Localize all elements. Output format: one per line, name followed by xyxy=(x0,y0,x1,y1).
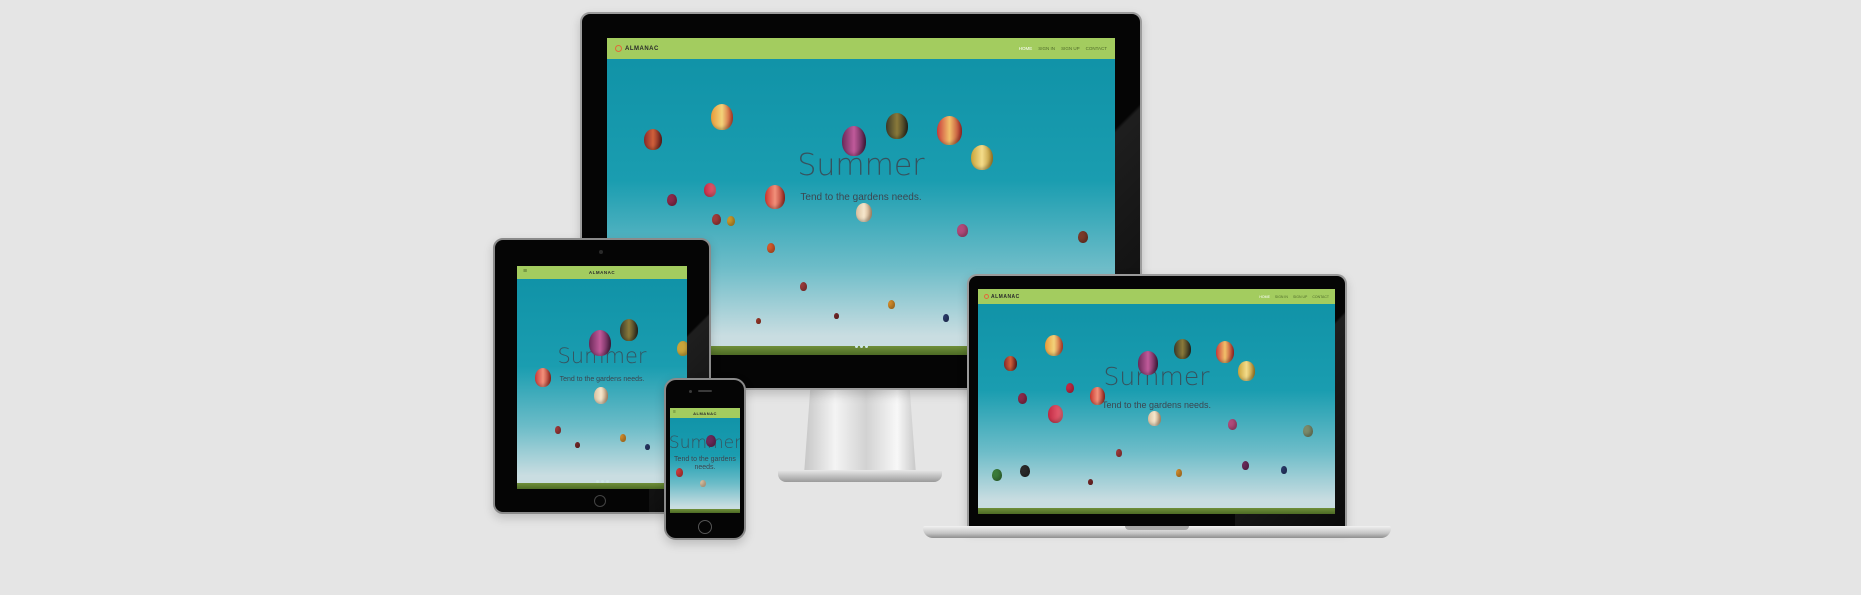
nav-link-home[interactable]: HOME xyxy=(1259,295,1270,299)
balloon xyxy=(856,203,872,222)
balloon xyxy=(756,318,761,324)
balloon xyxy=(677,341,687,356)
balloon xyxy=(767,243,775,253)
phone-device: ≡ ALMANAC Summer Tend to the gardens nee… xyxy=(664,378,748,542)
balloon xyxy=(937,116,962,145)
balloon xyxy=(711,104,733,130)
balloon xyxy=(644,129,662,150)
balloon xyxy=(1048,405,1063,423)
hamburger-menu-icon[interactable]: ≡ xyxy=(523,268,527,275)
balloon xyxy=(1066,383,1074,393)
laptop-navbar: ALMANAC HOME SIGN IN SIGN UP CONTACT xyxy=(978,289,1335,304)
balloon xyxy=(1148,411,1161,426)
sun-logo-icon xyxy=(615,45,622,52)
home-button-icon[interactable] xyxy=(594,495,606,507)
phone-speaker xyxy=(698,390,712,392)
laptop-device: ALMANAC HOME SIGN IN SIGN UP CONTACT Sum… xyxy=(923,274,1391,546)
balloon xyxy=(1216,341,1234,363)
balloon xyxy=(1116,449,1122,457)
balloon xyxy=(1018,393,1027,404)
balloon xyxy=(589,330,611,356)
carousel-indicators[interactable] xyxy=(517,470,687,488)
balloon xyxy=(1242,461,1249,470)
hero-subtitle: Tend to the gardens needs. xyxy=(800,192,922,203)
balloon xyxy=(1045,335,1063,356)
balloon xyxy=(1238,361,1255,381)
brand-logo[interactable]: ALMANAC xyxy=(984,294,1020,300)
phone-navbar: ≡ ALMANAC xyxy=(670,408,740,418)
balloon xyxy=(1004,356,1017,371)
hamburger-menu-icon[interactable]: ≡ xyxy=(673,409,676,415)
balloon xyxy=(1176,469,1182,477)
balloon xyxy=(555,426,561,434)
tablet-screen: ≡ ALMANAC Summer Tend to the gardens nee… xyxy=(517,266,687,489)
balloon xyxy=(700,480,706,487)
laptop-trackpad-notch xyxy=(1125,526,1189,530)
balloon xyxy=(594,387,608,404)
monitor-stand xyxy=(804,387,916,472)
nav-link-contact[interactable]: CONTACT xyxy=(1312,295,1329,299)
mockup-canvas: { "site": { "brand": "ALMANAC", "hero_ti… xyxy=(0,0,1861,595)
nav-link-sign-up[interactable]: SIGN UP xyxy=(1061,46,1080,51)
balloon xyxy=(706,435,716,447)
balloon xyxy=(1228,419,1237,430)
balloon xyxy=(1088,479,1093,485)
brand-logo[interactable]: ALMANAC xyxy=(693,411,717,416)
balloon xyxy=(765,185,785,209)
ground-strip xyxy=(670,509,740,513)
balloon xyxy=(842,126,866,156)
balloon xyxy=(1303,425,1313,437)
balloon xyxy=(676,468,683,477)
sun-logo-icon xyxy=(984,294,989,299)
brand-name: ALMANAC xyxy=(693,410,717,416)
ground-strip xyxy=(978,508,1335,514)
monitor-navbar: ALMANAC HOME SIGN IN SIGN UP CONTACT xyxy=(607,38,1115,59)
balloon xyxy=(645,444,650,450)
balloon xyxy=(620,319,638,341)
laptop-screen: ALMANAC HOME SIGN IN SIGN UP CONTACT Sum… xyxy=(978,289,1335,514)
nav-link-sign-in[interactable]: SIGN IN xyxy=(1038,46,1055,51)
balloon xyxy=(888,300,895,309)
nav-link-home[interactable]: HOME xyxy=(1019,46,1033,51)
balloon xyxy=(957,224,968,237)
phone-screen: ≡ ALMANAC Summer Tend to the gardens nee… xyxy=(670,408,740,513)
balloon xyxy=(535,368,551,387)
balloon xyxy=(1020,465,1030,477)
nav-link-contact[interactable]: CONTACT xyxy=(1086,46,1107,51)
camera-icon xyxy=(689,390,692,393)
camera-icon xyxy=(599,250,603,254)
monitor-stand-base xyxy=(778,470,942,482)
brand-name: ALMANAC xyxy=(588,270,616,275)
balloon xyxy=(992,469,1002,481)
home-button-icon[interactable] xyxy=(698,520,712,534)
brand-logo[interactable]: ALMANAC xyxy=(589,270,615,275)
balloon xyxy=(712,214,721,225)
brand-logo[interactable]: ALMANAC xyxy=(615,45,659,52)
nav-link-sign-in[interactable]: SIGN IN xyxy=(1275,295,1288,299)
balloon xyxy=(971,145,993,170)
tablet-navbar: ≡ ALMANAC xyxy=(517,266,687,279)
balloon xyxy=(727,216,735,226)
balloon xyxy=(667,194,677,206)
balloon xyxy=(704,183,716,197)
hero-title: Summer xyxy=(670,433,740,453)
balloon xyxy=(886,113,908,139)
balloon xyxy=(834,313,839,319)
balloon xyxy=(800,282,807,291)
balloon xyxy=(1281,466,1287,474)
hero-subtitle: Tend to the gardens needs. xyxy=(1101,400,1212,410)
balloon xyxy=(1090,387,1105,405)
laptop-nav-links: HOME SIGN IN SIGN UP CONTACT xyxy=(1259,295,1329,299)
brand-name: ALMANAC xyxy=(625,45,659,52)
balloon xyxy=(620,434,626,442)
nav-link-sign-up[interactable]: SIGN UP xyxy=(1293,295,1307,299)
balloon xyxy=(1174,339,1191,359)
brand-name: ALMANAC xyxy=(991,293,1020,300)
balloon xyxy=(1078,231,1088,243)
balloon xyxy=(575,442,580,448)
balloon xyxy=(1138,351,1158,375)
monitor-nav-links: HOME SIGN IN SIGN UP CONTACT xyxy=(1019,46,1107,51)
